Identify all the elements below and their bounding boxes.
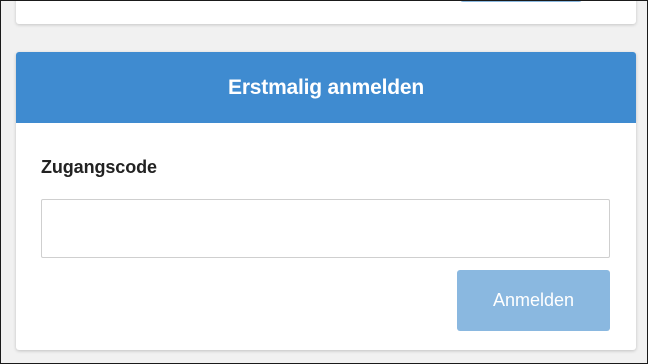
previous-card-button[interactable]	[460, 0, 582, 2]
first-login-card: Erstmalig anmelden Zugangscode Anmelden	[16, 52, 636, 350]
access-code-input[interactable]	[41, 199, 610, 258]
card-body: Zugangscode Anmelden	[16, 123, 636, 350]
access-code-label: Zugangscode	[41, 157, 157, 177]
login-button[interactable]: Anmelden	[457, 270, 610, 331]
card-title: Erstmalig anmelden	[228, 75, 424, 99]
card-header: Erstmalig anmelden	[16, 52, 636, 123]
previous-card	[16, 0, 636, 24]
